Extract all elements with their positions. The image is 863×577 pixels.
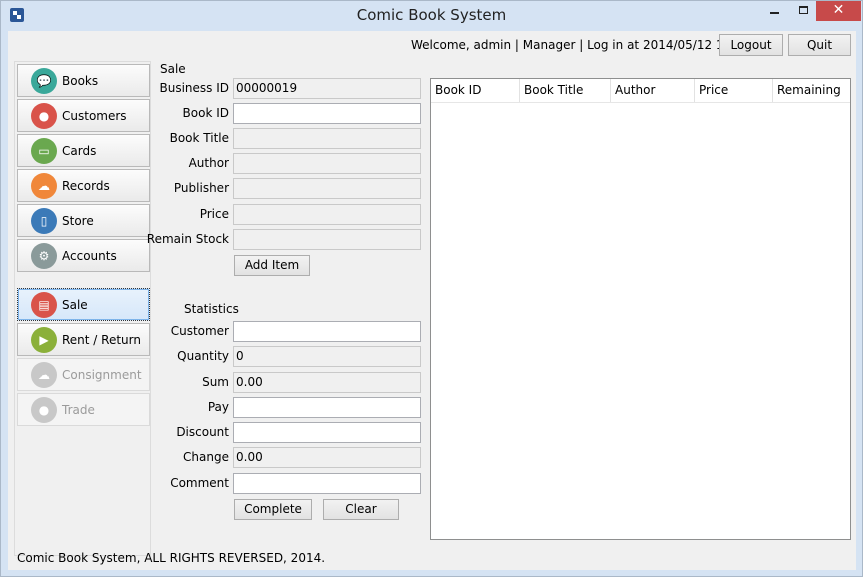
monitor-icon: ▭ bbox=[31, 138, 57, 164]
sum-label: Sum bbox=[202, 375, 229, 389]
welcome-text: Welcome, admin | Manager | Log in at 201… bbox=[411, 38, 751, 52]
change-field: 0.00 bbox=[233, 447, 421, 468]
window-title: Comic Book System bbox=[356, 6, 507, 24]
discount-input[interactable] bbox=[233, 422, 421, 443]
nav-rent-return-button[interactable]: ▶ Rent / Return bbox=[17, 323, 150, 356]
quantity-label: Quantity bbox=[177, 349, 229, 363]
sale-items-table[interactable]: Book ID Book Title Author Price Remainin… bbox=[430, 78, 851, 540]
quit-button[interactable]: Quit bbox=[788, 34, 851, 56]
maximize-button[interactable] bbox=[790, 1, 817, 21]
statistics-section-label: Statistics bbox=[184, 302, 239, 316]
receipt-icon: ▤ bbox=[31, 292, 57, 318]
minimize-icon bbox=[770, 11, 779, 14]
sale-section-label: Sale bbox=[160, 62, 186, 76]
price-label: Price bbox=[199, 207, 229, 221]
quantity-field: 0 bbox=[233, 346, 421, 367]
cloud-icon: ☁ bbox=[31, 362, 57, 388]
nav-trade-label: Trade bbox=[62, 403, 95, 417]
nav-cards-label: Cards bbox=[62, 144, 97, 158]
user-icon: ● bbox=[31, 103, 57, 129]
footer-text: Comic Book System, ALL RIGHTS REVERSED, … bbox=[17, 551, 326, 565]
maximize-icon bbox=[799, 5, 808, 14]
author-field bbox=[233, 153, 421, 174]
comment-label: Comment bbox=[170, 476, 229, 490]
main-area: Welcome, admin | Manager | Log in at 201… bbox=[8, 31, 856, 570]
book-id-input[interactable] bbox=[233, 103, 421, 124]
table-header: Book ID Book Title Author Price Remainin… bbox=[431, 79, 850, 103]
close-icon: ✕ bbox=[832, 2, 845, 18]
book-title-label: Book Title bbox=[169, 131, 229, 145]
app-window: Comic Book System ✕ Welcome, admin | Man… bbox=[0, 0, 863, 577]
column-header-book-id[interactable]: Book ID bbox=[431, 79, 520, 102]
phone-icon: ▯ bbox=[31, 208, 57, 234]
nav-books-button[interactable]: 💬 Books bbox=[17, 64, 150, 97]
book-title-field bbox=[233, 128, 421, 149]
nav-store-label: Store bbox=[62, 214, 94, 228]
nav-records-button[interactable]: ☁ Records bbox=[17, 169, 150, 202]
nav-consignment-button: ☁ Consignment bbox=[17, 358, 150, 391]
gear-icon: ⚙ bbox=[31, 243, 57, 269]
change-label: Change bbox=[183, 450, 229, 464]
price-field bbox=[233, 204, 421, 225]
comment-input[interactable] bbox=[233, 473, 421, 494]
nav-sale-label: Sale bbox=[62, 298, 88, 312]
column-header-price[interactable]: Price bbox=[695, 79, 773, 102]
column-header-book-title[interactable]: Book Title bbox=[520, 79, 611, 102]
remain-stock-label: Remain Stock bbox=[146, 232, 229, 246]
business-id-field: 00000019 bbox=[233, 78, 421, 99]
author-label: Author bbox=[188, 156, 229, 170]
nav-store-button[interactable]: ▯ Store bbox=[17, 204, 150, 237]
publisher-field bbox=[233, 178, 421, 199]
nav-books-label: Books bbox=[62, 74, 99, 88]
publisher-label: Publisher bbox=[173, 181, 229, 195]
logout-button[interactable]: Logout bbox=[719, 34, 783, 56]
complete-button[interactable]: Complete bbox=[234, 499, 312, 520]
add-item-button[interactable]: Add Item bbox=[234, 255, 310, 276]
column-header-author[interactable]: Author bbox=[611, 79, 695, 102]
discount-label: Discount bbox=[176, 425, 229, 439]
nav-consignment-label: Consignment bbox=[62, 368, 142, 382]
close-button[interactable]: ✕ bbox=[816, 1, 861, 21]
nav-trade-button: ● Trade bbox=[17, 393, 150, 426]
minimize-button[interactable] bbox=[761, 1, 788, 21]
nav-accounts-button[interactable]: ⚙ Accounts bbox=[17, 239, 150, 272]
chat-bubble-icon: 💬 bbox=[31, 68, 57, 94]
nav-cards-button[interactable]: ▭ Cards bbox=[17, 134, 150, 167]
column-header-remaining[interactable]: Remaining bbox=[773, 79, 850, 102]
nav-rent-return-label: Rent / Return bbox=[62, 333, 141, 347]
nav-sale-button[interactable]: ▤ Sale bbox=[17, 288, 150, 321]
nav-accounts-label: Accounts bbox=[62, 249, 117, 263]
nav-records-label: Records bbox=[62, 179, 110, 193]
title-bar[interactable]: Comic Book System ✕ bbox=[1, 1, 862, 30]
customer-input[interactable] bbox=[233, 321, 421, 342]
business-id-label: Business ID bbox=[159, 81, 229, 95]
nav-panel: 💬 Books ● Customers ▭ Cards ☁ Records ▯ … bbox=[14, 61, 151, 556]
clear-button[interactable]: Clear bbox=[323, 499, 399, 520]
user-icon: ● bbox=[31, 397, 57, 423]
book-id-label: Book ID bbox=[182, 106, 229, 120]
cloud-icon: ☁ bbox=[31, 173, 57, 199]
pay-input[interactable] bbox=[233, 397, 421, 418]
video-icon: ▶ bbox=[31, 327, 57, 353]
sum-field: 0.00 bbox=[233, 372, 421, 393]
customer-label: Customer bbox=[170, 324, 229, 338]
nav-customers-button[interactable]: ● Customers bbox=[17, 99, 150, 132]
pay-label: Pay bbox=[207, 400, 229, 414]
nav-customers-label: Customers bbox=[62, 109, 127, 123]
remain-stock-field bbox=[233, 229, 421, 250]
